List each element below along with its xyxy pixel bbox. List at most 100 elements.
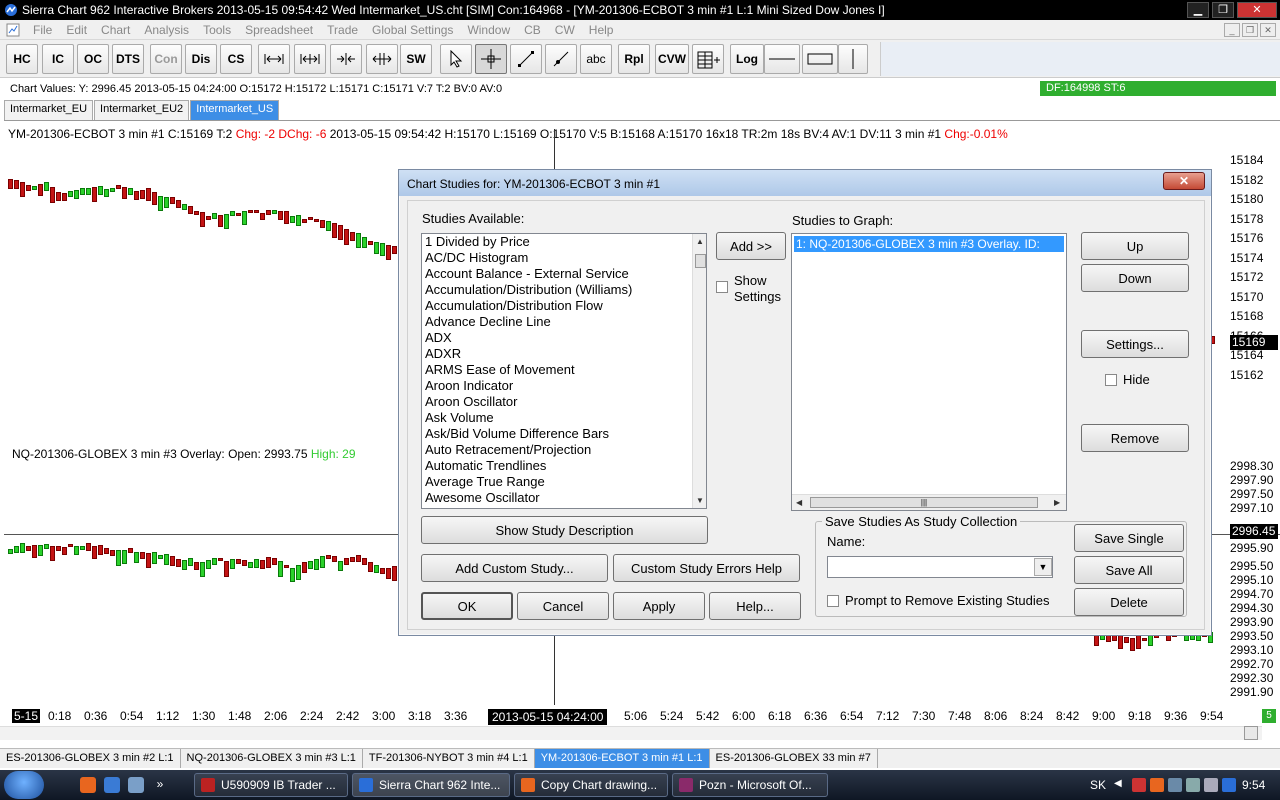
chartbook-tab-intermarket-eu2[interactable]: Intermarket_EU2	[94, 100, 190, 120]
help-button[interactable]: Help...	[709, 592, 801, 620]
restore-button[interactable]: ❐	[1212, 2, 1234, 18]
studies-available-scrollbar[interactable]: ▲ ▼	[692, 234, 706, 508]
study-list-item[interactable]: Aroon Oscillator	[422, 394, 692, 410]
line-tool-icon[interactable]	[510, 44, 542, 74]
cancel-button[interactable]: Cancel	[517, 592, 609, 620]
study-list-item[interactable]: ADXR	[422, 346, 692, 362]
chart-tab-nq[interactable]: NQ-201306-GLOBEX 3 min #3 L:1	[181, 749, 363, 768]
study-list-item[interactable]: Average True Range	[422, 474, 692, 490]
clock[interactable]: 9:54	[1242, 778, 1265, 792]
text-tool-button[interactable]: abc	[580, 44, 612, 74]
chart-tab-es-33min[interactable]: ES-201306-GLOBEX 33 min #7	[710, 749, 878, 768]
tray-app-icon[interactable]	[1132, 778, 1147, 792]
dialog-close-button[interactable]: ✕	[1163, 172, 1205, 190]
tray-network-icon[interactable]	[1168, 778, 1183, 792]
study-list-item[interactable]: ADX	[422, 330, 692, 346]
cvw-button[interactable]: CVW	[655, 44, 689, 74]
menu-analysis[interactable]: Analysis	[137, 23, 196, 37]
menu-trade[interactable]: Trade	[320, 23, 365, 37]
study-list-item[interactable]: ARMS Ease of Movement	[422, 362, 692, 378]
study-list-item[interactable]: Ask/Bid Volume Difference Bars	[422, 426, 692, 442]
move-down-button[interactable]: Down	[1081, 264, 1189, 292]
study-list-item[interactable]: Accumulation/Distribution Flow	[422, 298, 692, 314]
window-close-button[interactable]: ✕	[1237, 2, 1277, 18]
dialog-titlebar[interactable]: Chart Studies for: YM-201306-ECBOT 3 min…	[399, 170, 1211, 196]
vertical-line-icon[interactable]	[838, 44, 868, 74]
log-button[interactable]: Log	[730, 44, 764, 74]
studies-available-list[interactable]: 1 Divided by Price AC/DC Histogram Account…	[421, 233, 707, 509]
dts-button[interactable]: DTS	[112, 44, 144, 74]
save-all-button[interactable]: Save All	[1074, 556, 1184, 584]
menu-window[interactable]: Window	[460, 23, 517, 37]
menu-spreadsheet[interactable]: Spreadsheet	[238, 23, 320, 37]
studies-to-graph-scrollbar[interactable]: ◀ ||| ▶	[792, 494, 1066, 510]
mdi-close-button[interactable]: ✕	[1260, 23, 1276, 37]
tray-expand-icon[interactable]: ◀	[1114, 778, 1128, 792]
zoom-out-icon[interactable]	[366, 44, 398, 74]
hide-checkbox[interactable]	[1105, 374, 1117, 386]
menu-file[interactable]: File	[26, 23, 59, 37]
ie-icon[interactable]	[104, 777, 120, 793]
add-study-button[interactable]: Add >>	[716, 232, 786, 260]
tray-sync-icon[interactable]	[1222, 778, 1237, 792]
ic-button[interactable]: IC	[42, 44, 74, 74]
study-list-item[interactable]: Advance Decline Line	[422, 314, 692, 330]
show-settings-checkbox[interactable]	[716, 281, 728, 293]
chart-horizontal-scrollbar[interactable]	[0, 726, 1262, 740]
studies-to-graph-list[interactable]: 1: NQ-201306-GLOBEX 3 min #3 Overlay. ID…	[791, 233, 1067, 511]
trade-dom-icon[interactable]	[692, 44, 724, 74]
chart-window-icon[interactable]	[6, 23, 20, 37]
study-list-item[interactable]: Awesome Oscillator	[422, 490, 692, 506]
start-button[interactable]	[4, 771, 44, 799]
tray-flag-icon[interactable]	[1186, 778, 1201, 792]
menu-edit[interactable]: Edit	[59, 23, 94, 37]
rpl-button[interactable]: Rpl	[618, 44, 650, 74]
sw-button[interactable]: SW	[400, 44, 432, 74]
menu-cw[interactable]: CW	[548, 23, 582, 37]
scroll-left-arrow-icon[interactable]: ◀	[796, 498, 802, 507]
taskbar-item-ib-trader[interactable]: U590909 IB Trader ...	[194, 773, 348, 797]
move-up-button[interactable]: Up	[1081, 232, 1189, 260]
settings-button[interactable]: Settings...	[1081, 330, 1189, 358]
ok-button[interactable]: OK	[421, 592, 513, 620]
chart-tab-tf[interactable]: TF-201306-NYBOT 3 min #4 L:1	[363, 749, 535, 768]
taskbar-item-copy-chart[interactable]: Copy Chart drawing...	[514, 773, 668, 797]
language-indicator[interactable]: SK	[1090, 778, 1106, 792]
menu-tools[interactable]: Tools	[196, 23, 238, 37]
pointer-tool-icon[interactable]	[440, 44, 472, 74]
scale-adjust-icon[interactable]	[294, 44, 326, 74]
scroll-right-arrow-icon[interactable]: ▶	[1054, 498, 1060, 507]
horizontal-ray-icon[interactable]	[802, 44, 838, 74]
menu-help[interactable]: Help	[582, 23, 621, 37]
collection-name-combobox[interactable]: ▼	[827, 556, 1053, 578]
show-study-description-button[interactable]: Show Study Description	[421, 516, 708, 544]
tray-firefox-icon[interactable]	[1150, 778, 1165, 792]
menu-cb[interactable]: CB	[517, 23, 548, 37]
study-list-item[interactable]: Ask Volume	[422, 410, 692, 426]
save-single-button[interactable]: Save Single	[1074, 524, 1184, 552]
custom-study-errors-help-button[interactable]: Custom Study Errors Help	[613, 554, 800, 582]
scale-range-icon[interactable]	[258, 44, 290, 74]
scrollbar-thumb[interactable]	[695, 254, 706, 268]
study-list-item[interactable]: AC/DC Histogram	[422, 250, 692, 266]
chartbook-tab-intermarket-us[interactable]: Intermarket_US	[190, 100, 280, 120]
add-custom-study-button[interactable]: Add Custom Study...	[421, 554, 608, 582]
prompt-remove-checkbox[interactable]	[827, 595, 839, 607]
zoom-in-icon[interactable]	[330, 44, 362, 74]
con-button[interactable]: Con	[150, 44, 182, 74]
oc-button[interactable]: OC	[77, 44, 109, 74]
minimize-button[interactable]: ▁	[1187, 2, 1209, 18]
study-list-item[interactable]: Auto Retracement/Projection	[422, 442, 692, 458]
study-list-item[interactable]: 1 Divided by Price	[422, 234, 692, 250]
ray-tool-icon[interactable]	[545, 44, 577, 74]
scroll-up-arrow-icon[interactable]: ▲	[696, 237, 704, 246]
menu-global-settings[interactable]: Global Settings	[365, 23, 460, 37]
scrollbar-thumb[interactable]: |||	[810, 497, 1038, 508]
study-list-item[interactable]: Automatic Trendlines	[422, 458, 692, 474]
horizontal-line-icon[interactable]	[764, 44, 800, 74]
delete-button[interactable]: Delete	[1074, 588, 1184, 616]
study-list-item[interactable]: Bands/Envelope	[422, 506, 692, 508]
chartbook-tab-intermarket-eu[interactable]: Intermarket_EU	[4, 100, 94, 120]
desktop-icon[interactable]	[128, 777, 144, 793]
chevron-down-icon[interactable]: ▼	[1034, 558, 1052, 576]
